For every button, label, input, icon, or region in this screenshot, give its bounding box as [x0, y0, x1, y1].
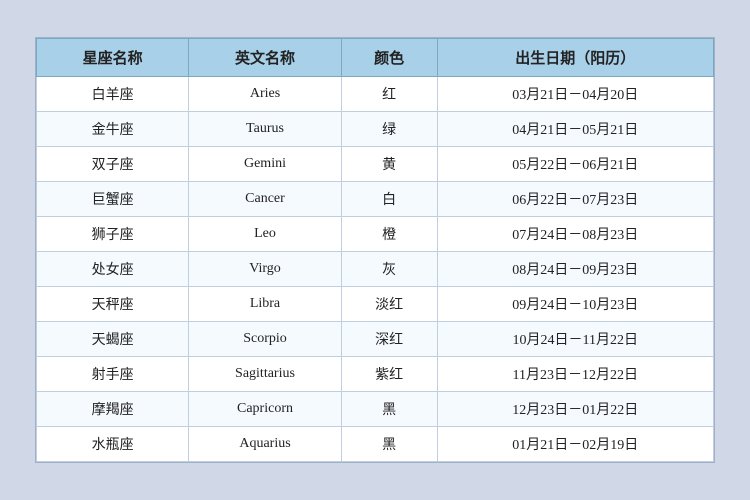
header-chinese-name: 星座名称 — [37, 39, 189, 77]
cell-chinese-name: 天蝎座 — [37, 322, 189, 357]
cell-chinese-name: 射手座 — [37, 357, 189, 392]
cell-english-name: Aquarius — [189, 427, 341, 462]
zodiac-table-container: 星座名称 英文名称 颜色 出生日期（阳历） 白羊座Aries红03月21日－04… — [35, 37, 715, 463]
table-row: 双子座Gemini黄05月22日－06月21日 — [37, 147, 714, 182]
zodiac-table: 星座名称 英文名称 颜色 出生日期（阳历） 白羊座Aries红03月21日－04… — [36, 38, 714, 462]
cell-chinese-name: 摩羯座 — [37, 392, 189, 427]
cell-chinese-name: 处女座 — [37, 252, 189, 287]
cell-color: 黄 — [341, 147, 437, 182]
cell-chinese-name: 金牛座 — [37, 112, 189, 147]
cell-color: 白 — [341, 182, 437, 217]
table-row: 天秤座Libra淡红09月24日－10月23日 — [37, 287, 714, 322]
cell-dates: 03月21日－04月20日 — [437, 77, 713, 112]
cell-color: 灰 — [341, 252, 437, 287]
cell-english-name: Virgo — [189, 252, 341, 287]
cell-english-name: Sagittarius — [189, 357, 341, 392]
cell-chinese-name: 白羊座 — [37, 77, 189, 112]
table-row: 金牛座Taurus绿04月21日－05月21日 — [37, 112, 714, 147]
cell-color: 深红 — [341, 322, 437, 357]
cell-english-name: Aries — [189, 77, 341, 112]
cell-color: 黑 — [341, 392, 437, 427]
cell-color: 绿 — [341, 112, 437, 147]
table-row: 狮子座Leo橙07月24日－08月23日 — [37, 217, 714, 252]
cell-english-name: Libra — [189, 287, 341, 322]
cell-dates: 05月22日－06月21日 — [437, 147, 713, 182]
header-dates: 出生日期（阳历） — [437, 39, 713, 77]
cell-color: 黑 — [341, 427, 437, 462]
cell-chinese-name: 水瓶座 — [37, 427, 189, 462]
cell-color: 淡红 — [341, 287, 437, 322]
cell-english-name: Taurus — [189, 112, 341, 147]
table-row: 巨蟹座Cancer白06月22日－07月23日 — [37, 182, 714, 217]
cell-english-name: Leo — [189, 217, 341, 252]
cell-dates: 01月21日－02月19日 — [437, 427, 713, 462]
cell-english-name: Gemini — [189, 147, 341, 182]
cell-dates: 04月21日－05月21日 — [437, 112, 713, 147]
cell-chinese-name: 狮子座 — [37, 217, 189, 252]
header-english-name: 英文名称 — [189, 39, 341, 77]
table-row: 白羊座Aries红03月21日－04月20日 — [37, 77, 714, 112]
cell-english-name: Scorpio — [189, 322, 341, 357]
cell-chinese-name: 巨蟹座 — [37, 182, 189, 217]
table-row: 射手座Sagittarius紫红11月23日－12月22日 — [37, 357, 714, 392]
cell-dates: 09月24日－10月23日 — [437, 287, 713, 322]
cell-dates: 07月24日－08月23日 — [437, 217, 713, 252]
table-row: 摩羯座Capricorn黑12月23日－01月22日 — [37, 392, 714, 427]
table-row: 处女座Virgo灰08月24日－09月23日 — [37, 252, 714, 287]
header-color: 颜色 — [341, 39, 437, 77]
cell-dates: 06月22日－07月23日 — [437, 182, 713, 217]
cell-color: 红 — [341, 77, 437, 112]
table-row: 水瓶座Aquarius黑01月21日－02月19日 — [37, 427, 714, 462]
cell-color: 紫红 — [341, 357, 437, 392]
cell-english-name: Capricorn — [189, 392, 341, 427]
cell-chinese-name: 双子座 — [37, 147, 189, 182]
table-row: 天蝎座Scorpio深红10月24日－11月22日 — [37, 322, 714, 357]
cell-chinese-name: 天秤座 — [37, 287, 189, 322]
cell-color: 橙 — [341, 217, 437, 252]
table-header-row: 星座名称 英文名称 颜色 出生日期（阳历） — [37, 39, 714, 77]
table-body: 白羊座Aries红03月21日－04月20日金牛座Taurus绿04月21日－0… — [37, 77, 714, 462]
cell-english-name: Cancer — [189, 182, 341, 217]
cell-dates: 08月24日－09月23日 — [437, 252, 713, 287]
cell-dates: 11月23日－12月22日 — [437, 357, 713, 392]
cell-dates: 10月24日－11月22日 — [437, 322, 713, 357]
cell-dates: 12月23日－01月22日 — [437, 392, 713, 427]
